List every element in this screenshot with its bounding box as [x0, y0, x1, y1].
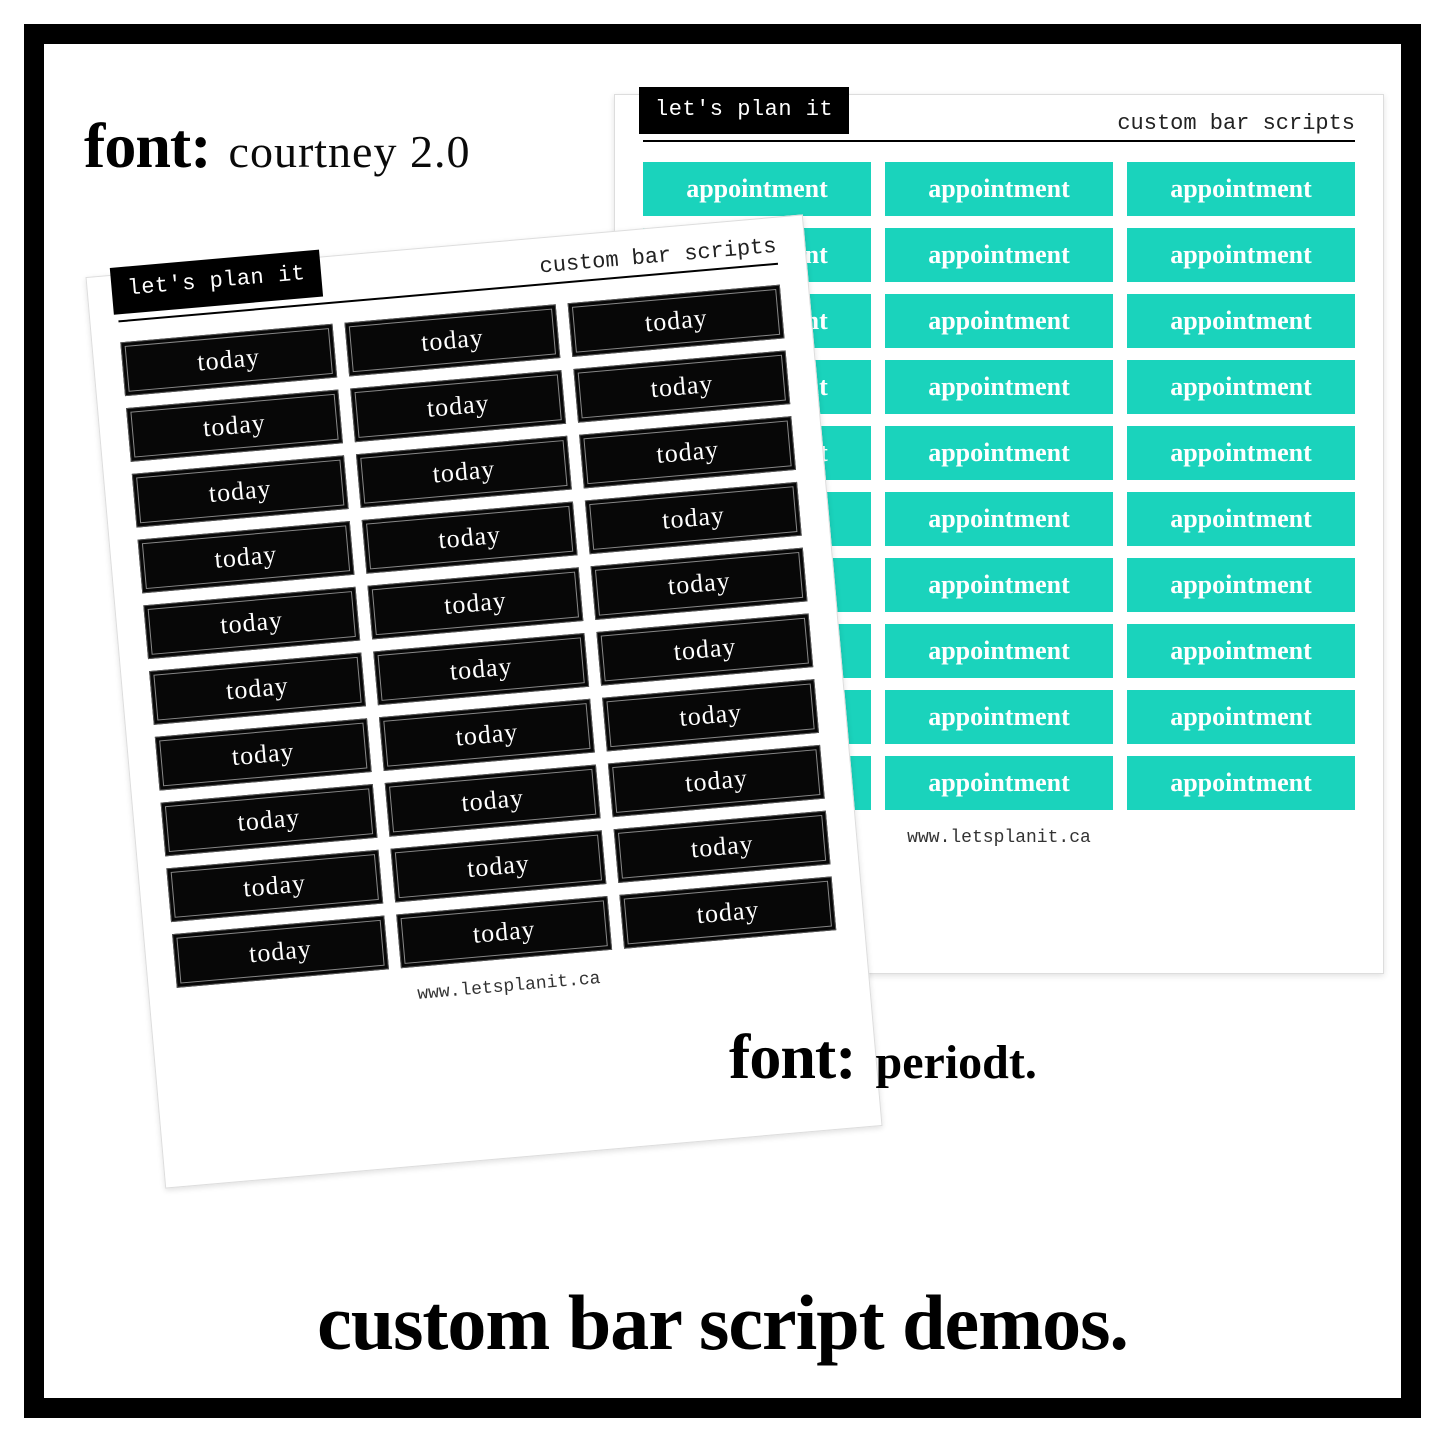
sticker-grid-black: todaytodaytodaytodaytodaytodaytodaytoday… [120, 285, 836, 988]
sticker-chip: appointment [885, 558, 1113, 612]
sheet-header: let's plan it custom bar scripts [643, 95, 1355, 142]
sticker-chip: appointment [1127, 294, 1355, 348]
font-label-right: font: periodt. [729, 1020, 1037, 1094]
sticker-chip: appointment [1127, 690, 1355, 744]
sticker-chip: today [614, 811, 831, 883]
sticker-chip: appointment [1127, 756, 1355, 810]
sticker-chip: today [373, 633, 590, 705]
font-label-left: font: courtney 2.0 [84, 109, 470, 183]
brand-badge: let's plan it [639, 87, 849, 134]
sticker-chip: today [132, 455, 349, 527]
sticker-chip: appointment [885, 426, 1113, 480]
font-label-prefix: font: [84, 109, 211, 183]
sticker-chip: today [361, 501, 578, 573]
sticker-chip: appointment [1127, 624, 1355, 678]
sticker-chip: today [143, 587, 360, 659]
sticker-chip: today [350, 370, 567, 442]
sticker-chip: today [149, 653, 366, 725]
sticker-chip: today [396, 896, 613, 968]
sticker-chip: today [120, 324, 337, 396]
sticker-chip: appointment [885, 756, 1113, 810]
sticker-chip: appointment [1127, 228, 1355, 282]
sticker-chip: appointment [1127, 492, 1355, 546]
font-name-periodt: periodt. [876, 1035, 1037, 1090]
sticker-chip: today [166, 850, 383, 922]
sticker-chip: appointment [885, 360, 1113, 414]
sticker-chip: today [172, 916, 389, 988]
sticker-chip: today [591, 548, 808, 620]
sticker-chip: today [579, 416, 796, 488]
sticker-chip: today [608, 745, 825, 817]
sticker-chip: appointment [1127, 360, 1355, 414]
sticker-chip: today [356, 436, 573, 508]
sticker-chip: today [379, 699, 596, 771]
sticker-chip: today [597, 613, 814, 685]
sticker-chip: today [384, 764, 601, 836]
sticker-chip: appointment [1127, 426, 1355, 480]
sticker-chip: today [161, 784, 378, 856]
sticker-chip: today [574, 350, 791, 422]
sticker-chip: today [367, 567, 584, 639]
product-frame: font: courtney 2.0 let's plan it custom … [24, 24, 1421, 1418]
sticker-chip: appointment [643, 162, 871, 216]
sheet-subtitle: custom bar scripts [1117, 105, 1355, 136]
sticker-chip: today [344, 304, 561, 376]
sticker-chip: today [138, 521, 355, 593]
sticker-chip: appointment [1127, 558, 1355, 612]
sticker-chip: appointment [885, 228, 1113, 282]
font-name-courtney: courtney 2.0 [229, 125, 471, 178]
sticker-chip: appointment [1127, 162, 1355, 216]
sticker-chip: today [585, 482, 802, 554]
sticker-chip: appointment [885, 690, 1113, 744]
sticker-chip: today [620, 876, 837, 948]
main-caption: custom bar script demos. [44, 1278, 1401, 1368]
sticker-chip: appointment [885, 492, 1113, 546]
sticker-chip: appointment [885, 624, 1113, 678]
sheet-subtitle: custom bar scripts [538, 228, 777, 280]
sticker-chip: appointment [885, 162, 1113, 216]
sticker-chip: today [568, 285, 785, 357]
sticker-chip: today [602, 679, 819, 751]
sticker-chip: appointment [885, 294, 1113, 348]
sticker-chip: today [390, 830, 607, 902]
sticker-chip: today [155, 718, 372, 790]
brand-badge: let's plan it [110, 250, 323, 315]
sticker-chip: today [126, 390, 343, 462]
font-label-prefix: font: [729, 1020, 856, 1094]
